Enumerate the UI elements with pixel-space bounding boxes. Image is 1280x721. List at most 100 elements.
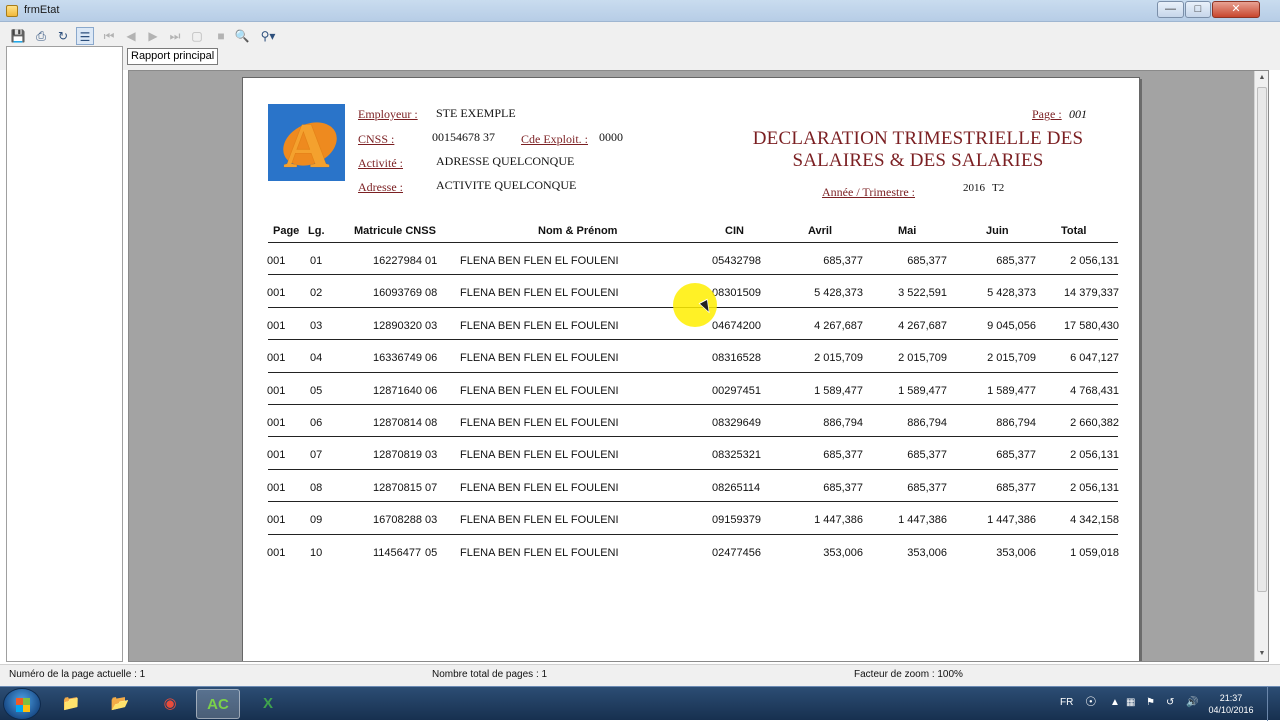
page-label: Page : — [1032, 107, 1062, 121]
group-tree-icon[interactable]: ☰ — [76, 27, 94, 45]
row-key: 05 — [425, 546, 438, 559]
row-juin: 2 015,709 — [987, 352, 1036, 365]
title-bar: frmEtat — □ ✕ — [0, 0, 1280, 22]
row-name: FLENA BEN FLEN EL FOULENI — [460, 514, 619, 527]
update-icon[interactable]: ☉ — [1085, 694, 1097, 710]
row-page: 001 — [267, 514, 286, 527]
language-indicator[interactable]: FR — [1060, 697, 1073, 708]
row-line: 01 — [310, 255, 323, 267]
cnss-label: CNSS : — [358, 132, 395, 146]
row-total: 14 379,337 — [1063, 287, 1119, 300]
row-page: 001 — [267, 417, 286, 429]
year-quarter-label: Année / Trimestre : — [822, 185, 915, 199]
row-name: FLENA BEN FLEN EL FOULENI — [460, 449, 619, 462]
tab-main-report[interactable]: Rapport principal — [127, 48, 219, 65]
row-page: 001 — [267, 319, 286, 332]
action-center-icon[interactable]: ⚑ — [1146, 697, 1155, 708]
maximize-button[interactable]: □ — [1185, 1, 1211, 18]
folder-icon[interactable]: 📂 — [98, 689, 142, 719]
excel-icon[interactable]: X — [246, 689, 290, 719]
show-hidden-icons-icon[interactable]: ▲ — [1110, 697, 1120, 708]
stop-icon[interactable]: ■ — [212, 27, 230, 45]
row-total: 2 056,131 — [1070, 481, 1119, 494]
first-page-icon[interactable]: ⏮ — [100, 27, 118, 45]
show-desktop-button[interactable] — [1267, 687, 1280, 721]
row-key: 03 — [425, 319, 438, 332]
col-juin: Juin — [986, 225, 1009, 237]
window-title: frmEtat — [24, 4, 60, 16]
row-line: 06 — [310, 417, 323, 429]
address-value: ACTIVITE QUELCONQUE — [436, 178, 577, 192]
row-page: 001 — [267, 287, 286, 300]
row-total: 6 047,127 — [1070, 352, 1119, 365]
row-juin: 685,377 — [996, 255, 1036, 267]
row-mai: 2 015,709 — [898, 352, 947, 365]
row-juin: 1 447,386 — [987, 514, 1036, 527]
scroll-down-icon[interactable]: ▼ — [1255, 647, 1268, 661]
network-icon[interactable]: ▦ — [1126, 697, 1135, 708]
row-avril: 4 267,687 — [814, 319, 863, 332]
col-page: Page — [273, 225, 300, 237]
row-cin: 09159379 — [712, 514, 761, 527]
row-page: 001 — [267, 255, 286, 267]
cnss-value: 00154678 37 — [432, 130, 495, 144]
row-page: 001 — [267, 546, 286, 559]
export-icon[interactable]: 💾 — [9, 27, 27, 45]
last-page-icon[interactable]: ⏭ — [166, 27, 184, 45]
row-key: 08 — [425, 417, 438, 429]
row-cin: 04674200 — [712, 319, 761, 332]
row-name: FLENA BEN FLEN EL FOULENI — [460, 546, 619, 559]
vertical-scrollbar[interactable]: ▲ ▼ — [1254, 71, 1268, 661]
row-cin: 08329649 — [712, 417, 761, 429]
row-name: FLENA BEN FLEN EL FOULENI — [460, 417, 619, 429]
row-name: FLENA BEN FLEN EL FOULENI — [460, 287, 619, 300]
print-icon[interactable]: ⎙ — [32, 27, 50, 45]
row-mai: 685,377 — [907, 449, 947, 462]
windev-icon[interactable]: AC — [196, 689, 240, 719]
col-cin: CIN — [725, 225, 744, 237]
next-page-icon[interactable]: ▶ — [144, 27, 162, 45]
row-avril: 1 589,477 — [814, 384, 863, 397]
row-total: 1 059,018 — [1070, 546, 1119, 559]
row-avril: 685,377 — [823, 481, 863, 494]
close-button[interactable]: ✕ — [1212, 1, 1260, 18]
find-icon[interactable]: 🔍 — [233, 27, 251, 45]
scroll-thumb[interactable] — [1257, 87, 1267, 592]
system-clock[interactable]: 21:37 04/10/2016 — [1205, 692, 1257, 716]
row-cin: 05432798 — [712, 255, 761, 267]
windows-explorer-icon[interactable]: 📁 — [49, 689, 93, 719]
row-line: 04 — [310, 352, 323, 365]
scroll-up-icon[interactable]: ▲ — [1255, 71, 1268, 85]
sync-icon[interactable]: ↺ — [1166, 697, 1174, 708]
minimize-button[interactable]: — — [1157, 1, 1184, 18]
report-viewer[interactable]: A Employeur : STE EXEMPLE CNSS : 0015467… — [128, 70, 1269, 662]
prev-page-icon[interactable]: ◀ — [122, 27, 140, 45]
chrome-icon[interactable]: ◉ — [148, 689, 192, 719]
goto-page-icon[interactable]: ▢ — [188, 27, 206, 45]
table-row: 001 07 12870819 03 FLENA BEN FLEN EL FOULENI… — [243, 449, 1139, 481]
year-value: 2016 — [963, 182, 985, 194]
row-avril: 2 015,709 — [814, 352, 863, 365]
tab-strip: Rapport principal — [0, 48, 1280, 70]
row-mai: 353,006 — [907, 546, 947, 559]
row-avril: 353,006 — [823, 546, 863, 559]
row-mai: 1 589,477 — [898, 384, 947, 397]
row-mai: 685,377 — [907, 255, 947, 267]
row-key: 01 — [425, 255, 438, 267]
app-icon — [6, 5, 18, 17]
col-avril: Avril — [808, 225, 833, 237]
row-line: 10 — [310, 546, 323, 559]
report-page: A Employeur : STE EXEMPLE CNSS : 0015467… — [242, 77, 1140, 661]
refresh-icon[interactable]: ↻ — [54, 27, 72, 45]
row-divider — [268, 371, 1118, 373]
col-mai: Mai — [898, 225, 917, 237]
row-avril: 886,794 — [823, 417, 863, 429]
group-tree-panel[interactable] — [6, 46, 123, 662]
row-key: 07 — [425, 481, 438, 494]
zoom-icon[interactable]: ⚲▾ — [256, 27, 280, 45]
row-juin: 9 045,056 — [987, 319, 1036, 332]
volume-icon[interactable]: 🔊 — [1186, 697, 1198, 708]
start-button[interactable] — [3, 688, 41, 720]
clock-time: 21:37 — [1219, 693, 1243, 703]
row-divider — [268, 339, 1118, 341]
